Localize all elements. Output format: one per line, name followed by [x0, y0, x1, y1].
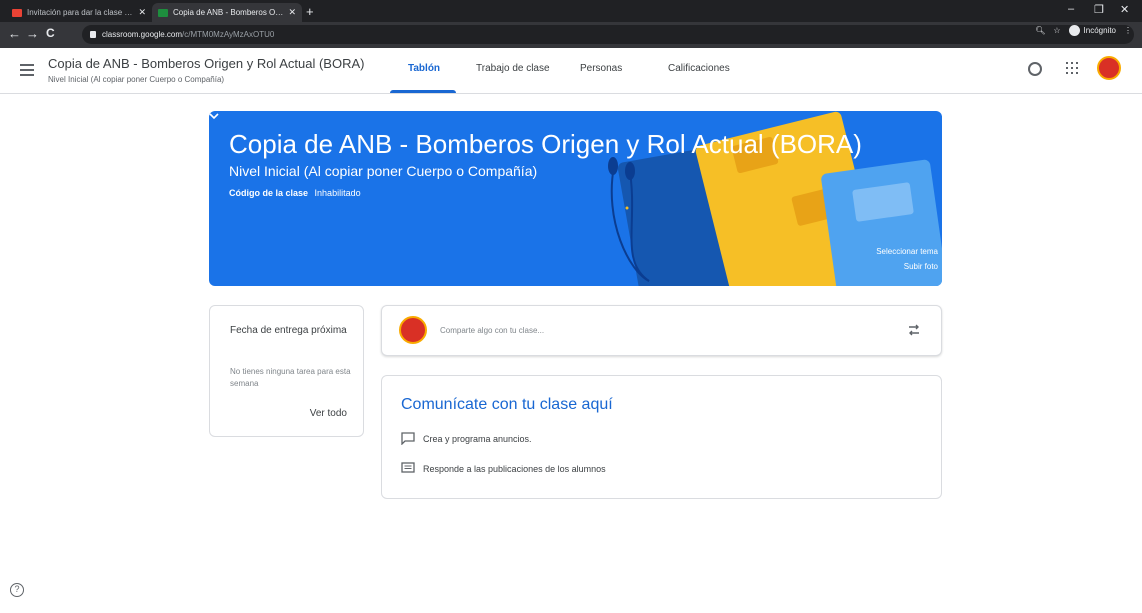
- share-placeholder[interactable]: Comparte algo con tu clase...: [440, 326, 544, 335]
- settings-icon[interactable]: [1028, 62, 1042, 76]
- avatar: [399, 316, 427, 344]
- address-bar[interactable]: classroom.google.com /c/MTM0MzAyMzAxOTU0: [82, 25, 1134, 44]
- comment-icon: [401, 462, 415, 473]
- list-item: Responde a las publicaciones de los alum…: [401, 462, 606, 475]
- class-banner: Copia de ANB - Bomberos Origen y Rol Act…: [209, 111, 942, 286]
- tab-tablon[interactable]: Tablón: [408, 63, 440, 74]
- gmail-icon: [12, 8, 22, 17]
- url-host: classroom.google.com: [102, 30, 183, 39]
- classroom-icon: [158, 8, 168, 17]
- minimize-icon[interactable]: –: [1068, 3, 1074, 15]
- incognito-icon: [1068, 25, 1080, 36]
- new-tab-button[interactable]: +: [306, 4, 314, 19]
- apps-grid-icon[interactable]: [1066, 62, 1078, 74]
- upcoming-title: Fecha de entrega próxima: [230, 325, 347, 336]
- banner-title: Copia de ANB - Bomberos Origen y Rol Act…: [229, 129, 862, 159]
- class-code-value: Inhabilitado: [314, 188, 361, 198]
- upload-photo-link[interactable]: Subir foto: [904, 262, 938, 271]
- incognito-indicator[interactable]: Incógnito: [1068, 25, 1116, 36]
- account-avatar[interactable]: [1097, 56, 1121, 80]
- repost-icon[interactable]: [907, 323, 921, 337]
- tab-calificaciones[interactable]: Calificaciones: [668, 63, 730, 74]
- tab-trabajo-de-clase[interactable]: Trabajo de clase: [476, 63, 550, 74]
- browser-tabstrip: Invitación para dar la clase de m... ✕ C…: [0, 0, 1142, 22]
- classroom-header: Copia de ANB - Bomberos Origen y Rol Act…: [0, 48, 1142, 94]
- upcoming-empty-text: No tienes ninguna tarea para esta semana: [230, 367, 351, 388]
- bookmark-star-icon[interactable]: ☆: [1053, 26, 1060, 35]
- zoom-icon[interactable]: 🔍︎: [1035, 26, 1045, 35]
- browser-tab-gmail[interactable]: Invitación para dar la clase de m... ✕: [6, 3, 152, 22]
- select-theme-link[interactable]: Seleccionar tema: [876, 247, 938, 256]
- upcoming-card: Fecha de entrega próxima No tienes ningu…: [209, 305, 364, 437]
- active-tab-indicator: [390, 90, 456, 93]
- browser-toolbar: ← → C classroom.google.com /c/MTM0MzAyMz…: [0, 22, 1142, 48]
- help-icon[interactable]: ?: [10, 583, 24, 597]
- communicate-item-label: Crea y programa anuncios.: [423, 433, 532, 444]
- class-code: Código de la clase Inhabilitado: [229, 188, 361, 198]
- list-item: Crea y programa anuncios.: [401, 432, 532, 445]
- browser-tab-classroom[interactable]: Copia de ANB - Bomberos Origen... ✕: [152, 3, 302, 22]
- close-icon[interactable]: ✕: [138, 7, 146, 18]
- restore-icon[interactable]: ❐: [1094, 3, 1104, 16]
- back-icon[interactable]: ←: [8, 26, 21, 41]
- url-path: /c/MTM0MzAyMzAxOTU0: [182, 30, 275, 39]
- forward-icon[interactable]: →: [26, 26, 39, 41]
- class-subtitle: Nivel Inicial (Al copiar poner Cuerpo o …: [48, 75, 225, 84]
- tab-label: Invitación para dar la clase de m...: [27, 8, 134, 17]
- view-all-link[interactable]: Ver todo: [310, 408, 347, 419]
- reload-icon[interactable]: C: [46, 26, 55, 40]
- tab-personas[interactable]: Personas: [580, 63, 622, 74]
- window-close-icon[interactable]: ✕: [1120, 3, 1129, 16]
- menu-kebab-icon[interactable]: ⋮: [1124, 26, 1132, 35]
- share-composer[interactable]: Comparte algo con tu clase...: [381, 305, 942, 356]
- class-title[interactable]: Copia de ANB - Bomberos Origen y Rol Act…: [48, 56, 364, 71]
- main-menu-icon[interactable]: [20, 64, 34, 76]
- close-icon[interactable]: ✕: [288, 7, 296, 18]
- tab-label: Copia de ANB - Bomberos Origen...: [173, 8, 285, 17]
- chevron-down-icon[interactable]: [209, 111, 219, 121]
- lock-icon: [90, 31, 96, 38]
- communicate-card: Comunícate con tu clase aquí Crea y prog…: [381, 375, 942, 499]
- communicate-title: Comunícate con tu clase aquí: [401, 396, 613, 413]
- incognito-label: Incógnito: [1083, 26, 1116, 35]
- communicate-item-label: Responde a las publicaciones de los alum…: [423, 463, 606, 474]
- class-code-label: Código de la clase: [229, 188, 309, 198]
- toolbar-right: 🔍︎ ☆ Incógnito ⋮: [1035, 25, 1132, 36]
- announcement-icon: [401, 432, 415, 445]
- banner-subtitle: Nivel Inicial (Al copiar poner Cuerpo o …: [229, 163, 538, 179]
